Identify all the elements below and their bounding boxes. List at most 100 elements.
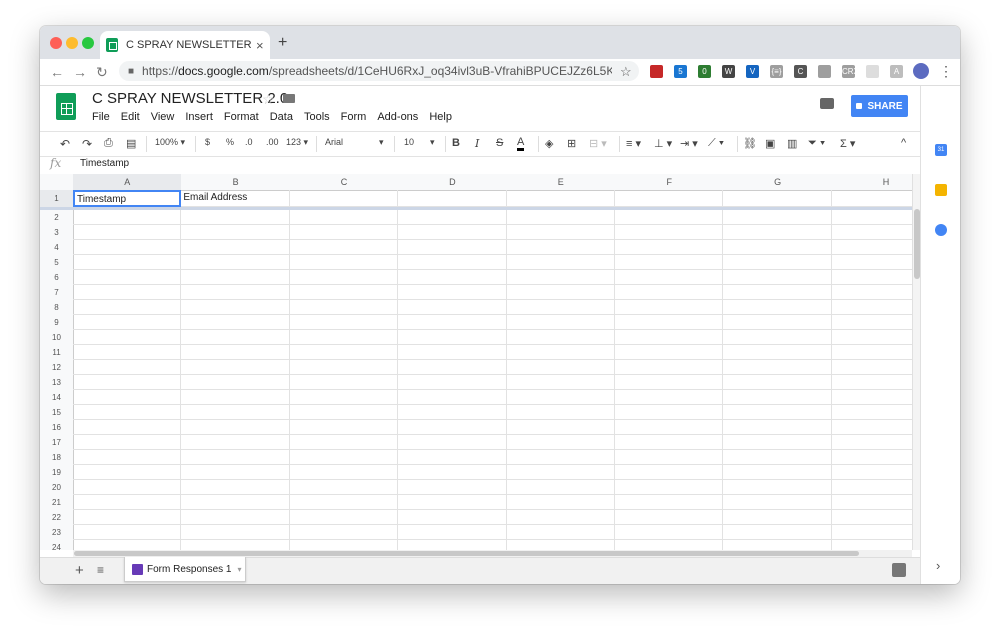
cell-a13[interactable] [73, 375, 182, 390]
cell-e7[interactable] [506, 285, 615, 300]
decrease-decimal-button[interactable]: .0 [245, 137, 253, 147]
forward-icon[interactable]: → [73, 64, 87, 80]
cell-b16[interactable] [181, 420, 290, 435]
cell-f2[interactable] [615, 210, 724, 225]
cell-a19[interactable] [73, 465, 182, 480]
cell-b13[interactable] [181, 375, 290, 390]
cell-h21[interactable] [831, 495, 912, 510]
crx-icon[interactable]: CRX [842, 65, 859, 78]
cell-f24[interactable] [615, 540, 724, 550]
cell-a8[interactable] [73, 300, 182, 315]
row-header-21[interactable]: 21 [40, 495, 74, 511]
close-window-button[interactable] [50, 37, 62, 49]
spreadsheet-grid[interactable]: A B C D E F G H 1 Timestamp Email Address 2 3 4 5 6 7 8 9 1… [40, 174, 912, 550]
explore-icon[interactable] [892, 563, 906, 577]
c-icon[interactable]: C [794, 65, 807, 78]
row-header-9[interactable]: 9 [40, 315, 74, 331]
cell-e14[interactable] [506, 390, 615, 405]
json-icon[interactable]: {≡} [770, 65, 783, 78]
more-formats-select[interactable]: 123 ▾ [286, 137, 308, 148]
cell-d7[interactable] [398, 285, 507, 300]
cell-a10[interactable] [73, 330, 182, 345]
cell-g7[interactable] [723, 285, 832, 300]
cell-c1[interactable] [289, 190, 399, 207]
cell-b20[interactable] [181, 480, 290, 495]
cell-f15[interactable] [615, 405, 724, 420]
menu-tools[interactable]: Tools [304, 111, 330, 123]
cell-e10[interactable] [506, 330, 615, 345]
font-size-select[interactable]: 10 ▾ [404, 137, 435, 147]
cell-g22[interactable] [723, 510, 832, 525]
cell-b4[interactable] [181, 240, 290, 255]
cell-c6[interactable] [289, 270, 399, 285]
fingerprint-icon[interactable] [818, 65, 831, 78]
wordpress-icon[interactable]: W [722, 65, 735, 78]
calendar-icon[interactable]: 31 [935, 144, 947, 156]
cell-c15[interactable] [289, 405, 399, 420]
cell-e2[interactable] [506, 210, 615, 225]
cell-e18[interactable] [506, 450, 615, 465]
cell-c23[interactable] [289, 525, 399, 540]
row-header-3[interactable]: 3 [40, 225, 74, 241]
cell-b14[interactable] [181, 390, 290, 405]
text-color-button[interactable]: A [517, 137, 525, 151]
cell-e16[interactable] [506, 420, 615, 435]
insert-chart-icon[interactable]: ▥ [787, 137, 797, 150]
select-all-corner[interactable] [40, 174, 74, 191]
strikethrough-button[interactable]: S [496, 137, 503, 149]
cell-g11[interactable] [723, 345, 832, 360]
cell-a12[interactable] [73, 360, 182, 375]
font-family-select[interactable]: Arial ▾ [325, 137, 385, 147]
row-header-12[interactable]: 12 [40, 360, 74, 376]
sheets-logo-icon[interactable] [56, 93, 76, 120]
cell-h18[interactable] [831, 450, 912, 465]
cell-d10[interactable] [398, 330, 507, 345]
cell-d18[interactable] [398, 450, 507, 465]
cell-h15[interactable] [831, 405, 912, 420]
cell-g8[interactable] [723, 300, 832, 315]
italic-button[interactable]: I [475, 137, 479, 150]
column-header-c[interactable]: C [289, 174, 400, 191]
cell-f3[interactable] [615, 225, 724, 240]
row-header-24[interactable]: 24 [40, 540, 74, 550]
cell-f13[interactable] [615, 375, 724, 390]
cell-c4[interactable] [289, 240, 399, 255]
horizontal-scroll-thumb[interactable] [74, 551, 859, 556]
cell-h9[interactable] [831, 315, 912, 330]
new-tab-button[interactable]: + [278, 34, 287, 52]
cell-f12[interactable] [615, 360, 724, 375]
cell-d13[interactable] [398, 375, 507, 390]
cell-a7[interactable] [73, 285, 182, 300]
row-header-17[interactable]: 17 [40, 435, 74, 451]
cell-f7[interactable] [615, 285, 724, 300]
cell-a14[interactable] [73, 390, 182, 405]
maximize-window-button[interactable] [82, 37, 94, 49]
cell-h13[interactable] [831, 375, 912, 390]
cell-b22[interactable] [181, 510, 290, 525]
cell-h8[interactable] [831, 300, 912, 315]
row-header-18[interactable]: 18 [40, 450, 74, 466]
cell-c24[interactable] [290, 540, 399, 550]
menu-edit[interactable]: Edit [121, 111, 140, 123]
currency-button[interactable]: $ [205, 137, 210, 147]
cell-d14[interactable] [398, 390, 507, 405]
cell-f20[interactable] [615, 480, 724, 495]
cell-a11[interactable] [73, 345, 182, 360]
cell-c14[interactable] [289, 390, 399, 405]
cell-g3[interactable] [723, 225, 832, 240]
honey-icon[interactable]: 0 [698, 65, 711, 78]
cell-e15[interactable] [506, 405, 615, 420]
tasks-icon[interactable] [935, 224, 947, 236]
row-header-1[interactable]: 1 [40, 190, 74, 208]
cell-e19[interactable] [506, 465, 615, 480]
increase-decimal-button[interactable]: .00 [266, 137, 279, 147]
cell-c12[interactable] [289, 360, 399, 375]
browser-menu-icon[interactable]: ⋮ [939, 63, 953, 80]
cell-a1[interactable]: Timestamp [73, 190, 182, 207]
cell-g18[interactable] [723, 450, 832, 465]
cell-g4[interactable] [723, 240, 832, 255]
cell-a16[interactable] [73, 420, 182, 435]
merge-cells-icon[interactable]: ⊟ ▾ [589, 137, 607, 150]
cell-d4[interactable] [398, 240, 507, 255]
cell-d2[interactable] [398, 210, 507, 225]
